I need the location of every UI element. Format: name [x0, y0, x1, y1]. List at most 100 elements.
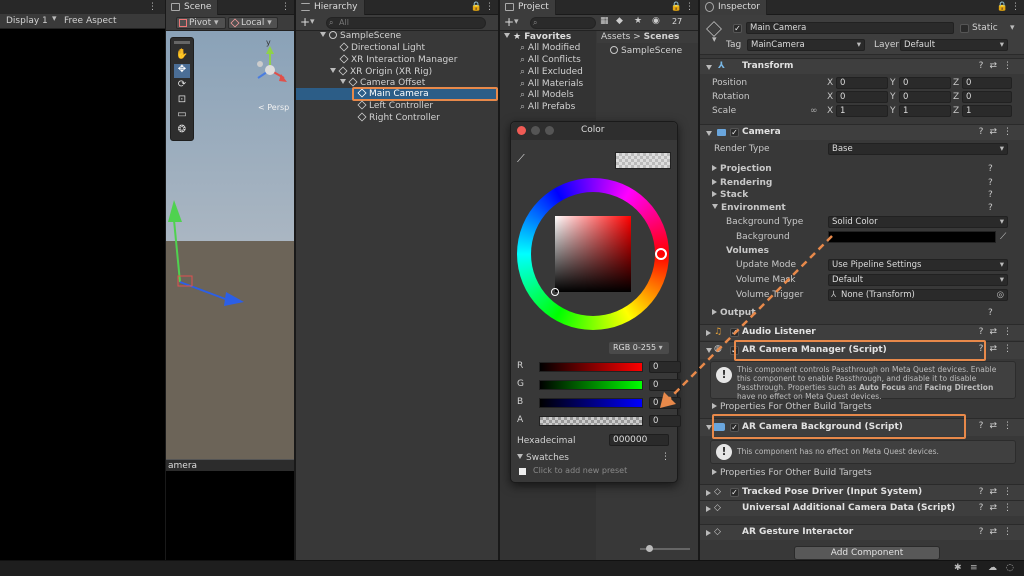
- lock-icon[interactable]: 🔒: [671, 2, 682, 12]
- channel-b-slider[interactable]: [539, 398, 643, 408]
- urp-camera-data-header[interactable]: ◇ Universal Additional Camera Data (Scri…: [700, 500, 1024, 516]
- rendering-foldout[interactable]: Rendering: [712, 177, 772, 189]
- rect-tool-icon[interactable]: ▭: [174, 109, 190, 123]
- tab-project[interactable]: Project: [500, 0, 556, 15]
- fav-item[interactable]: ⌕ All Models: [520, 89, 574, 101]
- hierarchy-item-xr-interaction-manager[interactable]: XR Interaction Manager: [339, 54, 457, 66]
- layer-dropdown[interactable]: Default: [900, 39, 1008, 51]
- more-icon[interactable]: ⋮: [485, 2, 494, 12]
- zoom-slider-thumb[interactable]: [646, 545, 653, 552]
- scale-tool-icon[interactable]: ⊡: [174, 94, 190, 108]
- fav-item[interactable]: ⌕ All Excluded: [520, 66, 583, 78]
- fav-item[interactable]: ⌕ All Modified: [520, 42, 580, 54]
- channel-a-slider[interactable]: [539, 416, 643, 426]
- volume-trigger-field[interactable]: ⅄ None (Transform) ◎: [828, 289, 1008, 301]
- help-icon[interactable]: ?: [988, 189, 993, 201]
- component-controls[interactable]: ?⇄⋮: [979, 501, 1018, 516]
- move-tool-icon[interactable]: ✥: [174, 64, 190, 78]
- position-y-field[interactable]: 0: [899, 77, 951, 89]
- background-type-dropdown[interactable]: Solid Color: [828, 216, 1008, 228]
- chevron-down-icon[interactable]: ▾: [712, 35, 717, 45]
- object-picker-icon[interactable]: ◎: [997, 290, 1004, 300]
- hierarchy-item-left-controller[interactable]: Left Controller: [357, 100, 433, 112]
- tracked-pose-driver-header[interactable]: ◇ ✓ Tracked Pose Driver (Input System) ?…: [700, 484, 1024, 500]
- hierarchy-search-input[interactable]: ⌕ All: [326, 17, 486, 29]
- static-checkbox[interactable]: [960, 24, 969, 33]
- scale-y-field[interactable]: 1: [899, 105, 951, 117]
- help-icon[interactable]: ?: [988, 202, 993, 214]
- channel-r-slider[interactable]: [539, 362, 643, 372]
- component-controls[interactable]: ?⇄⋮: [979, 485, 1018, 500]
- breadcrumb-assets[interactable]: Assets: [601, 32, 630, 42]
- hierarchy-item-directional-light[interactable]: Directional Light: [339, 42, 425, 54]
- add-icon[interactable]: +: [504, 15, 514, 29]
- color-preview-swatch[interactable]: [615, 152, 671, 169]
- more-icon[interactable]: ⋮: [685, 2, 694, 12]
- rotation-x-field[interactable]: 0: [836, 91, 888, 103]
- sv-handle[interactable]: [551, 288, 559, 296]
- tab-scene[interactable]: Scene: [166, 0, 219, 15]
- hierarchy-item-right-controller[interactable]: Right Controller: [357, 112, 440, 124]
- asset-samplescene[interactable]: SampleScene: [610, 45, 682, 57]
- camera-component-header[interactable]: ✓ Camera ?⇄⋮: [700, 124, 1024, 140]
- eyedropper-icon[interactable]: ⟋: [517, 152, 525, 166]
- background-color-field[interactable]: [828, 231, 996, 243]
- hierarchy-item-samplescene[interactable]: SampleScene: [320, 30, 401, 42]
- help-icon[interactable]: ?: [988, 163, 993, 175]
- render-type-dropdown[interactable]: Base: [828, 143, 1008, 155]
- environment-foldout[interactable]: Environment: [712, 202, 786, 214]
- swatches-foldout[interactable]: Swatches: [517, 453, 569, 463]
- component-controls[interactable]: ?⇄⋮: [979, 525, 1018, 540]
- projection-foldout[interactable]: Projection: [712, 163, 772, 175]
- component-controls[interactable]: ?⇄⋮: [979, 325, 1018, 340]
- aspect-dropdown[interactable]: Free Aspect: [64, 16, 117, 26]
- maximize-icon[interactable]: [545, 126, 554, 135]
- component-controls[interactable]: ?⇄⋮: [979, 419, 1018, 434]
- transform-tool-icon[interactable]: ❂: [174, 124, 190, 138]
- tab-inspector[interactable]: Inspector: [700, 0, 767, 15]
- rotation-z-field[interactable]: 0: [962, 91, 1012, 103]
- component-controls[interactable]: ?⇄⋮: [979, 59, 1018, 74]
- tab-hierarchy[interactable]: Hierarchy: [296, 0, 365, 15]
- layers-icon[interactable]: ≡: [970, 563, 978, 573]
- project-search-input[interactable]: ⌕: [530, 17, 596, 29]
- link-icon[interactable]: ∞: [810, 105, 818, 117]
- tracked-pose-enabled-checkbox[interactable]: ✓: [730, 488, 739, 497]
- more-icon[interactable]: ⋮: [661, 452, 670, 462]
- collab-icon[interactable]: ◌: [1006, 563, 1014, 573]
- minimize-icon[interactable]: [531, 126, 540, 135]
- fav-item[interactable]: ⌕ All Conflicts: [520, 54, 581, 66]
- lock-icon[interactable]: 🔒: [997, 2, 1008, 12]
- lock-icon[interactable]: 🔒: [471, 2, 482, 12]
- cloud-icon[interactable]: ☁: [988, 563, 997, 573]
- saturation-value-square[interactable]: [555, 216, 631, 292]
- ar-background-other-targets-foldout[interactable]: Properties For Other Build Targets: [712, 467, 872, 479]
- volume-mask-dropdown[interactable]: Default: [828, 274, 1008, 286]
- component-controls[interactable]: ?⇄⋮: [979, 125, 1018, 140]
- camera-enabled-checkbox[interactable]: ✓: [730, 128, 739, 137]
- tag-dropdown[interactable]: MainCamera: [747, 39, 865, 51]
- pivot-toggle[interactable]: Pivot ▾: [176, 17, 226, 29]
- scale-x-field[interactable]: 1: [836, 105, 888, 117]
- transform-component-header[interactable]: ⅄ Transform ?⇄⋮: [700, 58, 1024, 74]
- position-x-field[interactable]: 0: [836, 77, 888, 89]
- object-name-field[interactable]: Main Camera: [746, 22, 954, 34]
- rotation-y-field[interactable]: 0: [899, 91, 951, 103]
- add-icon[interactable]: +: [300, 15, 310, 29]
- visibility-icon[interactable]: ◉: [652, 16, 660, 26]
- breadcrumb-scenes[interactable]: Scenes: [644, 32, 680, 42]
- favorite-icon[interactable]: ★: [634, 16, 642, 26]
- more-icon[interactable]: ⋮: [148, 2, 157, 12]
- persp-label[interactable]: < Persp: [258, 103, 289, 112]
- rotate-tool-icon[interactable]: ⟳: [174, 79, 190, 93]
- help-icon[interactable]: ?: [988, 177, 993, 189]
- local-toggle[interactable]: Local ▾: [228, 17, 278, 29]
- move-handle-gizmo[interactable]: [166, 190, 266, 310]
- update-mode-dropdown[interactable]: Use Pipeline Settings: [828, 259, 1008, 271]
- stack-foldout[interactable]: Stack: [712, 189, 748, 201]
- chevron-down-icon[interactable]: ▾: [310, 17, 315, 27]
- fav-item[interactable]: ⌕ All Prefabs: [520, 101, 575, 113]
- filter-type-icon[interactable]: ▦: [600, 16, 609, 26]
- active-checkbox[interactable]: ✓: [733, 24, 742, 33]
- bug-icon[interactable]: ✱: [954, 563, 962, 573]
